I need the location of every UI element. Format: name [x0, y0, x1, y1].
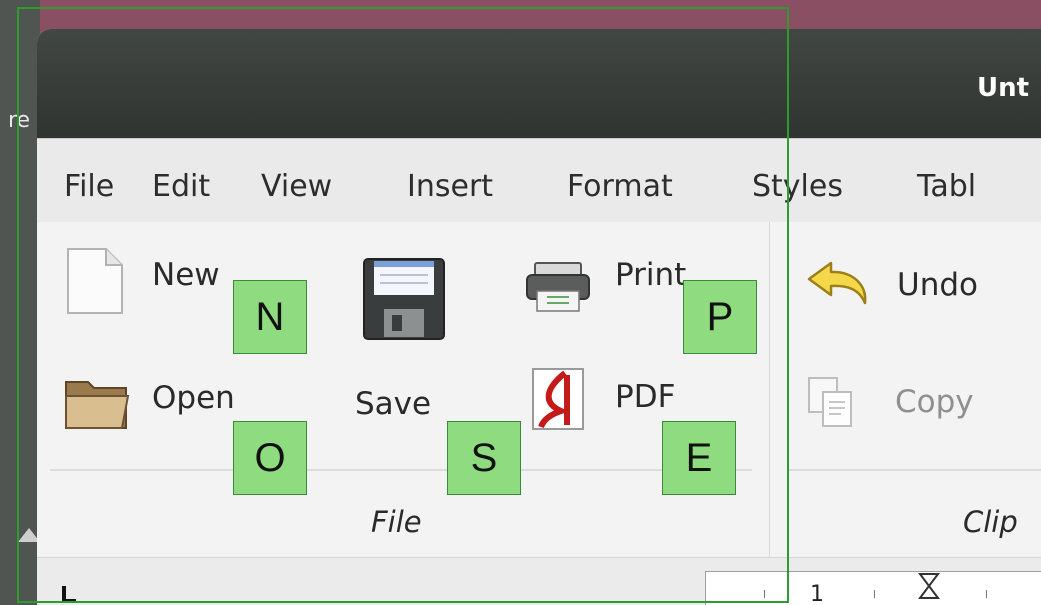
clipboard-group-label: Clip: [963, 505, 1018, 539]
undo-arrow-icon: [805, 259, 871, 307]
hint-open[interactable]: O: [233, 421, 307, 495]
copy-label: Copy: [895, 384, 974, 420]
ruler-number: 1: [810, 582, 824, 605]
hint-print[interactable]: P: [683, 280, 757, 354]
undo-button[interactable]: Undo: [805, 257, 1005, 317]
clipboard-group-separator: [787, 469, 1041, 471]
hint-save[interactable]: S: [447, 421, 521, 495]
undo-label: Undo: [897, 267, 978, 303]
window-title: Unt: [977, 73, 1030, 103]
menu-table[interactable]: Tabl: [917, 169, 976, 204]
copy-icon: [807, 376, 855, 430]
focus-highlight-frame: [17, 7, 789, 603]
hint-pdf[interactable]: E: [662, 421, 736, 495]
hint-new[interactable]: N: [233, 280, 307, 354]
copy-button[interactable]: Copy: [807, 374, 1007, 434]
indent-marker-icon[interactable]: [918, 572, 940, 602]
